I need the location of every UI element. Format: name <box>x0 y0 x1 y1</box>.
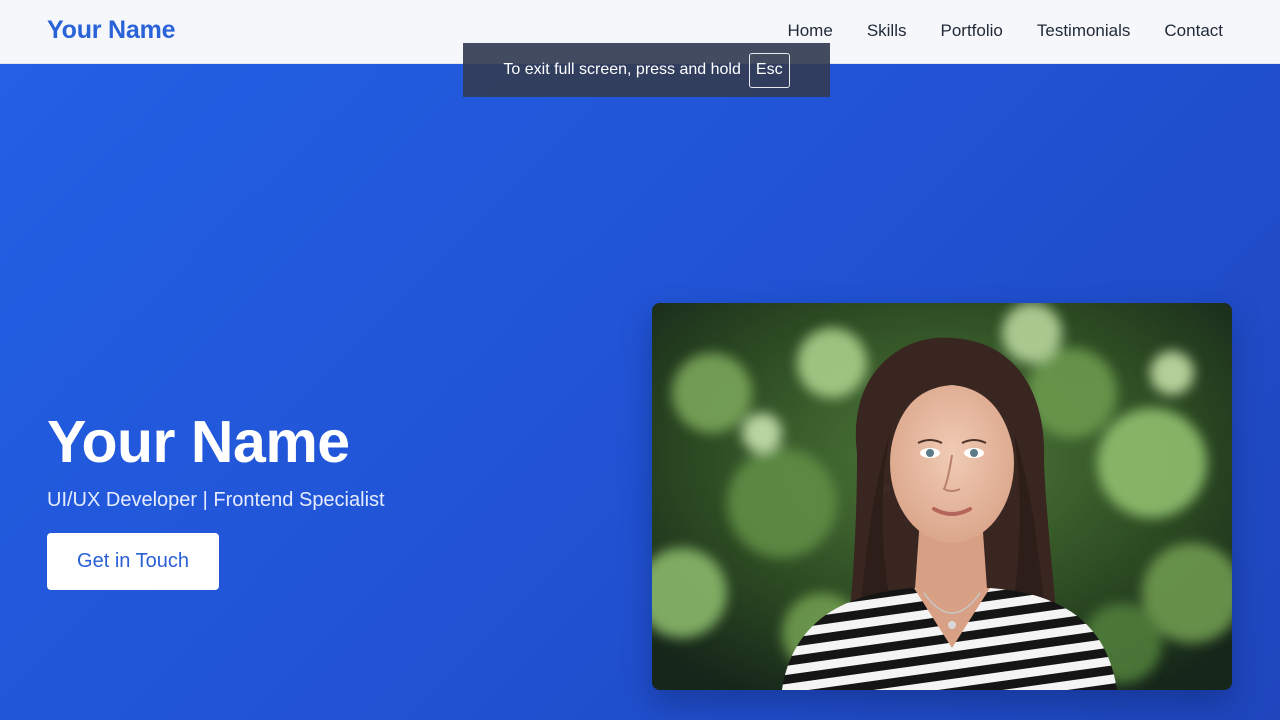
brand-logo-link[interactable]: Your Name <box>47 16 176 45</box>
nav-link-contact[interactable]: Contact <box>1164 20 1223 42</box>
fullscreen-exit-notice: To exit full screen, press and hold Esc <box>463 43 830 97</box>
hero-title: Your Name <box>47 409 350 475</box>
esc-key-badge: Esc <box>748 52 790 88</box>
fullscreen-notice-text: To exit full screen, press and hold <box>503 61 741 78</box>
profile-photo <box>652 303 1232 690</box>
nav-link-skills[interactable]: Skills <box>867 20 907 42</box>
nav-link-testimonials[interactable]: Testimonials <box>1037 20 1131 42</box>
nav-link-portfolio[interactable]: Portfolio <box>940 20 1002 42</box>
get-in-touch-button[interactable]: Get in Touch <box>47 533 219 590</box>
hero-subtitle: UI/UX Developer | Frontend Specialist <box>47 489 385 511</box>
nav-link-home[interactable]: Home <box>787 20 832 42</box>
hero-section: Your Name UI/UX Developer | Frontend Spe… <box>0 64 1280 720</box>
portrait-image <box>652 303 1232 690</box>
nav-links: Home Skills Portfolio Testimonials Conta… <box>787 20 1223 42</box>
